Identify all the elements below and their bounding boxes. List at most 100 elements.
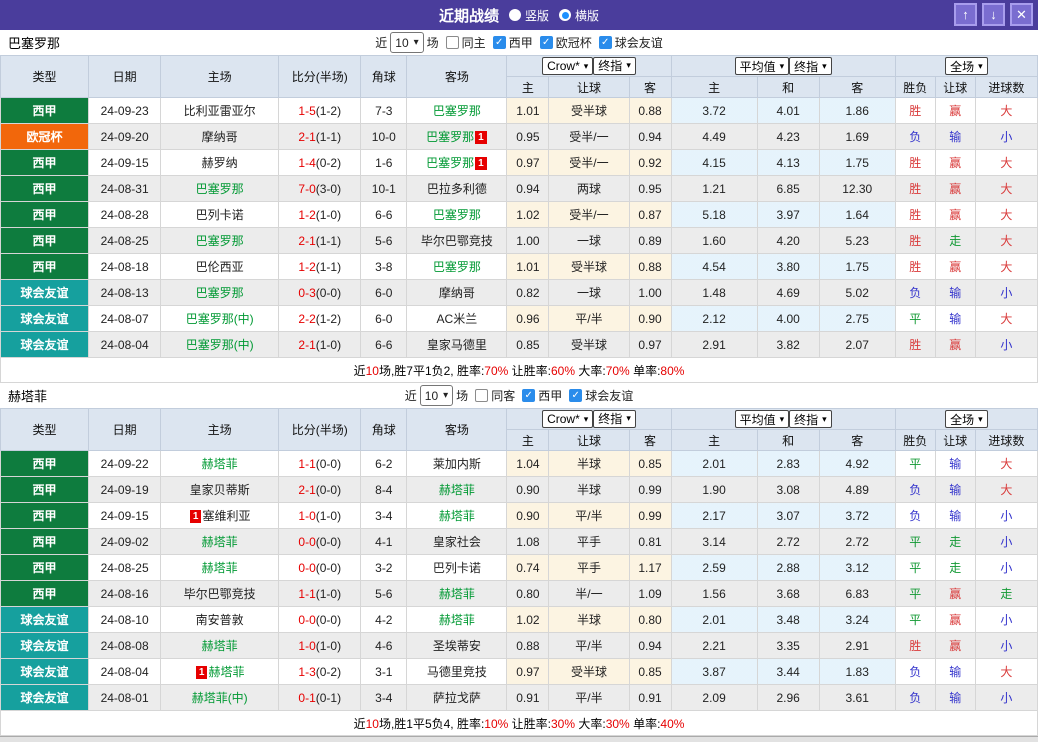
halftime-score: (1-1) bbox=[315, 233, 342, 248]
fulltime-score: 2-2 bbox=[298, 311, 316, 326]
type-cell: 球会友谊 bbox=[0, 684, 90, 711]
handicap-away-odds: 0.80 bbox=[628, 606, 672, 633]
handicap-result-cell: 赢 bbox=[934, 201, 976, 228]
average-select-value: 平均值 bbox=[739, 412, 776, 427]
handicap-away-odds: 0.94 bbox=[628, 632, 672, 659]
handicap-home-odds: 0.94 bbox=[506, 175, 550, 202]
table-body: 西甲 24-09-22 赫塔菲 1-1(0-0) 6-2 莱加内斯 1.04 半球 0.85 2.… bbox=[0, 450, 1038, 736]
corner-cell: 4-1 bbox=[360, 528, 408, 555]
final-odds-select-value: 终指 bbox=[794, 59, 819, 74]
corner-cell: 6-2 bbox=[360, 450, 408, 477]
results-table: 类型 日期 主场 比分(半场) 角球 客场 Crow* ▾ 终指 ▾ 平均值 ▾ 终指 ▾ 全场 ▾ 主让球客主… bbox=[0, 408, 1038, 736]
league-checkbox[interactable]: ✓ bbox=[598, 36, 612, 49]
away-team-cell: 皇家马德里 bbox=[406, 331, 508, 358]
date-cell: 24-08-10 bbox=[88, 606, 162, 633]
match-count-select[interactable]: 10 ▾ bbox=[419, 385, 454, 406]
move-down-icon[interactable]: ↓ bbox=[982, 3, 1005, 26]
handicap-result-cell: 赢 bbox=[934, 175, 976, 202]
corner-cell: 7-3 bbox=[360, 97, 408, 124]
same-venue-checkbox[interactable] bbox=[475, 389, 489, 402]
halftime-score: (1-2) bbox=[315, 311, 342, 326]
mode-option-vertical[interactable]: 竖版 bbox=[508, 7, 549, 24]
fulltime-score: 2-1 bbox=[298, 233, 316, 248]
avg-draw-odds: 3.48 bbox=[756, 606, 820, 633]
handicap-line: 受半球 bbox=[548, 331, 630, 358]
summary-part: 10% bbox=[484, 716, 509, 731]
table-row: 西甲 24-09-19 皇家贝蒂斯 2-1(0-0) 8-4 赫塔菲 0.90 半球 0.99 1… bbox=[0, 476, 1038, 503]
average-select[interactable]: 平均值 ▾ bbox=[734, 57, 790, 75]
home-team-cell: 1 赫塔菲 bbox=[160, 658, 280, 685]
mode-label-vertical: 竖版 bbox=[524, 8, 549, 23]
mode-option-horizontal[interactable]: 横版 bbox=[559, 7, 599, 24]
filter-games-label: 场 bbox=[456, 389, 469, 403]
fulltime-group: 全场 ▾ bbox=[894, 408, 1038, 430]
final-odds-select[interactable]: 终指 ▾ bbox=[789, 410, 832, 428]
avg-away-odds: 4.89 bbox=[818, 476, 896, 503]
league-checkbox[interactable]: ✓ bbox=[492, 36, 506, 49]
result-cell-value: 负 bbox=[909, 509, 922, 523]
away-team-name: 皇家马德里 bbox=[426, 338, 487, 352]
col-away-header: 客场 bbox=[406, 55, 508, 98]
result-cell: 负 bbox=[894, 476, 936, 503]
final-odds-select[interactable]: 终指 ▾ bbox=[593, 56, 636, 75]
crow-odds-group: Crow* ▾ 终指 ▾ bbox=[506, 55, 672, 77]
result-cell-value: 平 bbox=[909, 535, 922, 549]
result-cell-value: 平 bbox=[909, 457, 922, 471]
score-cell: 2-2(1-2) bbox=[278, 305, 362, 332]
halftime-score: (1-1) bbox=[315, 259, 342, 274]
result-cell: 平 bbox=[894, 554, 936, 581]
table-row: 西甲 24-09-15 1 塞维利亚 1-0(1-0) 3-4 赫塔菲 0.90 平/半 0.99… bbox=[0, 502, 1038, 529]
fulltime-group: 全场 ▾ bbox=[894, 55, 1038, 77]
average-select[interactable]: 平均值 ▾ bbox=[734, 410, 790, 428]
result-cell-value: 胜 bbox=[909, 182, 922, 196]
goals-result-cell-value: 小 bbox=[1000, 561, 1013, 575]
table-row: 球会友谊 24-08-01 赫塔菲(中) 0-1(0-1) 3-4 萨拉戈萨 0.91 平/半… bbox=[0, 684, 1038, 711]
fulltime-select[interactable]: 全场 ▾ bbox=[945, 410, 988, 428]
summary-part: 30% bbox=[551, 716, 576, 731]
home-team-cell: 巴列卡诺 bbox=[160, 201, 280, 228]
result-cell-value: 胜 bbox=[909, 104, 922, 118]
handicap-line: 半球 bbox=[548, 606, 630, 633]
halftime-score: (0-0) bbox=[315, 534, 342, 549]
corner-cell: 6-6 bbox=[360, 201, 408, 228]
bookmaker-select[interactable]: Crow* ▾ bbox=[542, 57, 594, 76]
handicap-away-odds: 0.99 bbox=[628, 476, 672, 503]
match-count-select[interactable]: 10 ▾ bbox=[390, 32, 424, 53]
chevron-down-icon: ▾ bbox=[443, 389, 449, 401]
score-cell: 0-3(0-0) bbox=[278, 279, 362, 306]
type-cell: 西甲 bbox=[0, 476, 90, 503]
date-cell: 24-09-22 bbox=[88, 450, 162, 477]
handicap-home-odds: 0.88 bbox=[506, 632, 550, 659]
avg-away-odds: 3.24 bbox=[818, 606, 896, 633]
away-team-cell: 赫塔菲 bbox=[406, 580, 508, 607]
col-away-header: 客场 bbox=[406, 408, 508, 451]
final-odds-select[interactable]: 终指 ▾ bbox=[789, 57, 832, 75]
handicap-away-odds: 0.85 bbox=[628, 658, 672, 685]
league-checkbox[interactable]: ✓ bbox=[569, 389, 583, 402]
same-venue-checkbox[interactable] bbox=[445, 36, 459, 49]
handicap-away-odds: 0.81 bbox=[628, 528, 672, 555]
halftime-score: (0-0) bbox=[315, 560, 342, 575]
type-cell: 西甲 bbox=[0, 528, 90, 555]
fulltime-select[interactable]: 全场 ▾ bbox=[945, 57, 988, 75]
move-up-icon[interactable]: ↑ bbox=[954, 3, 977, 26]
score-cell: 1-4(0-2) bbox=[278, 149, 362, 176]
chevron-down-icon: ▾ bbox=[822, 413, 827, 424]
crow-away-header: 客 bbox=[628, 429, 672, 451]
summary-part: 场,胜7平1负2, 胜率: bbox=[378, 363, 485, 378]
goals-header: 进球数 bbox=[974, 429, 1038, 451]
league-checkbox[interactable]: ✓ bbox=[539, 36, 553, 49]
away-team-cell: 摩纳哥 bbox=[406, 279, 508, 306]
col-score-header: 比分(半场) bbox=[278, 408, 362, 451]
avg-odds-group: 平均值 ▾ 终指 ▾ bbox=[670, 408, 896, 430]
score-cell: 0-0(0-0) bbox=[278, 606, 362, 633]
handicap-away-odds: 0.85 bbox=[628, 450, 672, 477]
league-checkbox[interactable]: ✓ bbox=[522, 389, 536, 402]
final-odds-select[interactable]: 终指 ▾ bbox=[593, 409, 636, 428]
chevron-down-icon: ▾ bbox=[413, 36, 419, 48]
result-cell: 胜 bbox=[894, 175, 936, 202]
halftime-score: (0-0) bbox=[315, 482, 342, 497]
close-icon[interactable]: ✕ bbox=[1010, 3, 1033, 26]
col-corner-header: 角球 bbox=[360, 55, 408, 98]
bookmaker-select[interactable]: Crow* ▾ bbox=[542, 410, 594, 429]
